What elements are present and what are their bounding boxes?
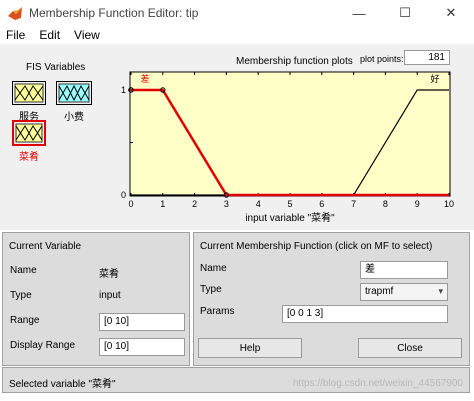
plot-area <box>129 71 451 197</box>
watermark: https://blog.csdn.net/weixin_44567900 <box>292 378 463 389</box>
close-button[interactable]: Close <box>358 338 462 358</box>
x-tick-label: 8 <box>383 199 388 209</box>
variable-type-label: Type <box>10 290 32 301</box>
x-tick-label: 2 <box>192 199 197 209</box>
x-tick-label: 1 <box>160 199 165 209</box>
variable-name-label: Name <box>10 265 37 276</box>
x-tick-label: 9 <box>415 199 420 209</box>
mf-type-select[interactable]: trapmf ▾ <box>360 283 448 301</box>
minimize-button[interactable]: — <box>336 0 382 26</box>
x-tick-label: 5 <box>287 199 292 209</box>
mf-name-input[interactable]: 差 <box>360 261 448 279</box>
y-tick-label: 0 <box>121 190 126 200</box>
x-tick-label: 10 <box>444 199 454 209</box>
menu-bar: File Edit View <box>0 26 474 44</box>
menu-file[interactable]: File <box>0 28 33 42</box>
mf-label-好: 好 <box>430 73 439 84</box>
current-mf-title: Current Membership Function (click on MF… <box>200 241 433 252</box>
x-tick-label: 6 <box>319 199 324 209</box>
x-axis-label: input variable "菜肴" <box>245 211 335 224</box>
x-tick-label: 3 <box>224 199 229 209</box>
membership-function-plot[interactable]: 0 1 2 3 4 5 6 7 8 9 10 0 1 好 差 input variable "菜肴" <box>0 44 474 230</box>
window-title: Membership Function Editor: tip <box>29 6 199 20</box>
status-bar: Selected variable "菜肴" https://blog.csdn… <box>2 367 470 393</box>
current-mf-panel: Current Membership Function (click on MF… <box>193 232 470 366</box>
close-window-button[interactable]: ✕ <box>428 0 474 26</box>
menu-edit[interactable]: Edit <box>33 28 68 42</box>
chevron-down-icon: ▾ <box>438 286 443 296</box>
range-label: Range <box>10 315 40 326</box>
display-range-label: Display Range <box>10 340 76 351</box>
variable-type-value: input <box>99 290 121 301</box>
matlab-icon <box>8 7 22 20</box>
mf-params-input[interactable]: [0 0 1 3] <box>282 305 448 323</box>
help-button[interactable]: Help <box>198 338 302 358</box>
current-variable-title: Current Variable <box>9 241 82 252</box>
mf-type-value: trapmf <box>365 286 394 297</box>
range-input[interactable]: [0 10] <box>99 313 185 331</box>
mf-params-label: Params <box>200 306 235 317</box>
mf-type-label: Type <box>200 284 222 295</box>
x-tick-label: 4 <box>256 199 261 209</box>
close-icon: ✕ <box>445 5 457 20</box>
x-tick-label: 0 <box>128 199 133 209</box>
upper-area: FIS Variables 服务 小费 菜肴 Membership functi… <box>0 44 474 230</box>
mf-label-差: 差 <box>140 73 149 84</box>
title-bar: Membership Function Editor: tip — ☐ ✕ <box>0 0 474 26</box>
variable-name-value: 菜肴 <box>99 269 119 280</box>
y-tick-label: 1 <box>121 85 126 95</box>
menu-view[interactable]: View <box>68 28 108 42</box>
maximize-button[interactable]: ☐ <box>382 0 428 26</box>
mf-name-label: Name <box>200 263 227 274</box>
current-variable-panel: Current Variable Name 菜肴 Type input Rang… <box>2 232 190 366</box>
status-text: Selected variable "菜肴" <box>9 379 116 390</box>
maximize-icon: ☐ <box>399 5 411 20</box>
display-range-input[interactable]: [0 10] <box>99 338 185 356</box>
x-tick-label: 7 <box>351 199 356 209</box>
minimize-icon: — <box>352 5 366 21</box>
